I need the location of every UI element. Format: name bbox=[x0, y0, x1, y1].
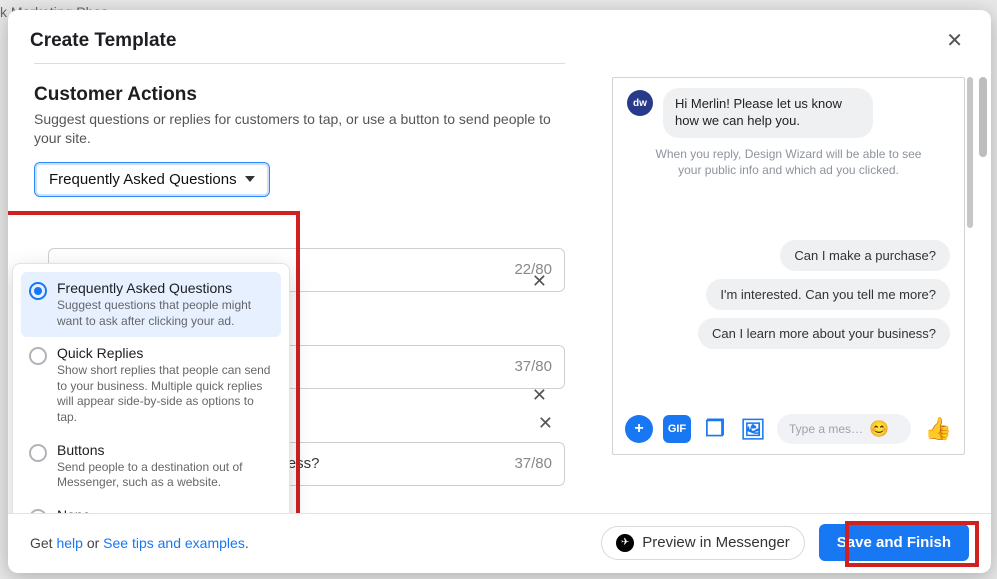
divider bbox=[34, 63, 565, 64]
customer-actions-dropdown[interactable]: Frequently Asked Questions bbox=[34, 162, 270, 197]
privacy-note: When you reply, Design Wizard will be ab… bbox=[654, 146, 924, 178]
suggested-chip[interactable]: Can I learn more about your business? bbox=[698, 318, 950, 349]
dropdown-option-none[interactable]: None bbox=[21, 499, 281, 513]
preview-body: dw Hi Merlin! Please let us know how we … bbox=[613, 78, 964, 405]
composer: + GIF ❐ 🖼 Type a mes… 😊 👍 bbox=[613, 405, 964, 454]
modal-body: Customer Actions Suggest questions or re… bbox=[8, 63, 991, 513]
composer-input[interactable]: Type a mes… 😊 bbox=[777, 414, 911, 444]
dropdown-option-desc: Show short replies that people can send … bbox=[57, 363, 273, 425]
preview-label: Preview in Messenger bbox=[642, 534, 790, 551]
dropdown-option-title: Quick Replies bbox=[57, 345, 273, 361]
preview-scrollbar[interactable] bbox=[967, 77, 973, 455]
sticker-icon[interactable]: ❐ bbox=[701, 415, 729, 443]
question-2-counter: 37/80 bbox=[506, 358, 552, 375]
dropdown-option-desc: Send people to a destination out of Mess… bbox=[57, 460, 273, 491]
dropdown-option-title: Frequently Asked Questions bbox=[57, 280, 273, 296]
create-template-modal: Create Template ✕ Customer Actions Sugge… bbox=[8, 10, 991, 573]
modal-header: Create Template ✕ bbox=[8, 10, 991, 63]
right-pane: dw Hi Merlin! Please let us know how we … bbox=[588, 63, 991, 513]
chevron-down-icon bbox=[245, 176, 255, 182]
section-title: Customer Actions bbox=[34, 84, 565, 106]
close-icon[interactable]: ✕ bbox=[940, 24, 969, 57]
section-subtitle: Suggest questions or replies for custome… bbox=[34, 110, 554, 148]
greeting-bubble: Hi Merlin! Please let us know how we can… bbox=[663, 88, 873, 138]
footer-mid: or bbox=[83, 535, 103, 551]
help-link[interactable]: help bbox=[56, 535, 82, 551]
dropdown-option-faq[interactable]: Frequently Asked Questions Suggest quest… bbox=[21, 272, 281, 337]
modal-footer: Get help or See tips and examples. ✈ Pre… bbox=[8, 513, 991, 573]
save-and-finish-button[interactable]: Save and Finish bbox=[819, 524, 969, 561]
modal-title: Create Template bbox=[30, 30, 176, 52]
radio-icon bbox=[29, 444, 47, 462]
dropdown-panel: Frequently Asked Questions Suggest quest… bbox=[12, 263, 290, 513]
radio-icon bbox=[29, 347, 47, 365]
radio-icon bbox=[29, 282, 47, 300]
footer-prefix: Get bbox=[30, 535, 56, 551]
messenger-preview: dw Hi Merlin! Please let us know how we … bbox=[612, 77, 965, 455]
dropdown-option-title: None bbox=[57, 507, 90, 513]
suggested-chip[interactable]: I'm interested. Can you tell me more? bbox=[706, 279, 950, 310]
suggested-chips: Can I make a purchase? I'm interested. C… bbox=[698, 240, 950, 349]
dropdown-label: Frequently Asked Questions bbox=[49, 171, 237, 188]
tips-link[interactable]: See tips and examples bbox=[103, 535, 245, 551]
image-icon[interactable]: 🖼 bbox=[739, 415, 767, 443]
suggested-chip[interactable]: Can I make a purchase? bbox=[780, 240, 950, 271]
message-row: dw Hi Merlin! Please let us know how we … bbox=[627, 88, 950, 138]
dropdown-option-buttons[interactable]: Buttons Send people to a destination out… bbox=[21, 434, 281, 499]
footer-help-text: Get help or See tips and examples. bbox=[30, 535, 249, 551]
dropdown-option-title: Buttons bbox=[57, 442, 273, 458]
footer-actions: ✈ Preview in Messenger Save and Finish bbox=[601, 524, 969, 561]
question-3-counter: 37/80 bbox=[506, 455, 552, 472]
messenger-icon: ✈ bbox=[616, 534, 634, 552]
gif-icon[interactable]: GIF bbox=[663, 415, 691, 443]
left-pane: Customer Actions Suggest questions or re… bbox=[8, 63, 588, 513]
radio-icon bbox=[29, 509, 47, 513]
dropdown-option-quick-replies[interactable]: Quick Replies Show short replies that pe… bbox=[21, 337, 281, 433]
add-icon[interactable]: + bbox=[625, 415, 653, 443]
composer-placeholder: Type a mes… bbox=[789, 422, 863, 436]
dropdown-option-desc: Suggest questions that people might want… bbox=[57, 298, 273, 329]
question-3-remove-icon[interactable]: ✕ bbox=[530, 411, 561, 436]
emoji-icon[interactable]: 😊 bbox=[869, 419, 889, 439]
question-1-remove-icon-visible[interactable]: ✕ bbox=[524, 269, 555, 294]
avatar: dw bbox=[627, 90, 653, 116]
like-icon[interactable]: 👍 bbox=[921, 416, 952, 442]
preview-in-messenger-button[interactable]: ✈ Preview in Messenger bbox=[601, 526, 805, 560]
footer-suffix: . bbox=[245, 535, 249, 551]
right-pane-scrollbar[interactable] bbox=[979, 77, 987, 507]
question-2-remove-icon-visible[interactable]: ✕ bbox=[524, 383, 555, 408]
